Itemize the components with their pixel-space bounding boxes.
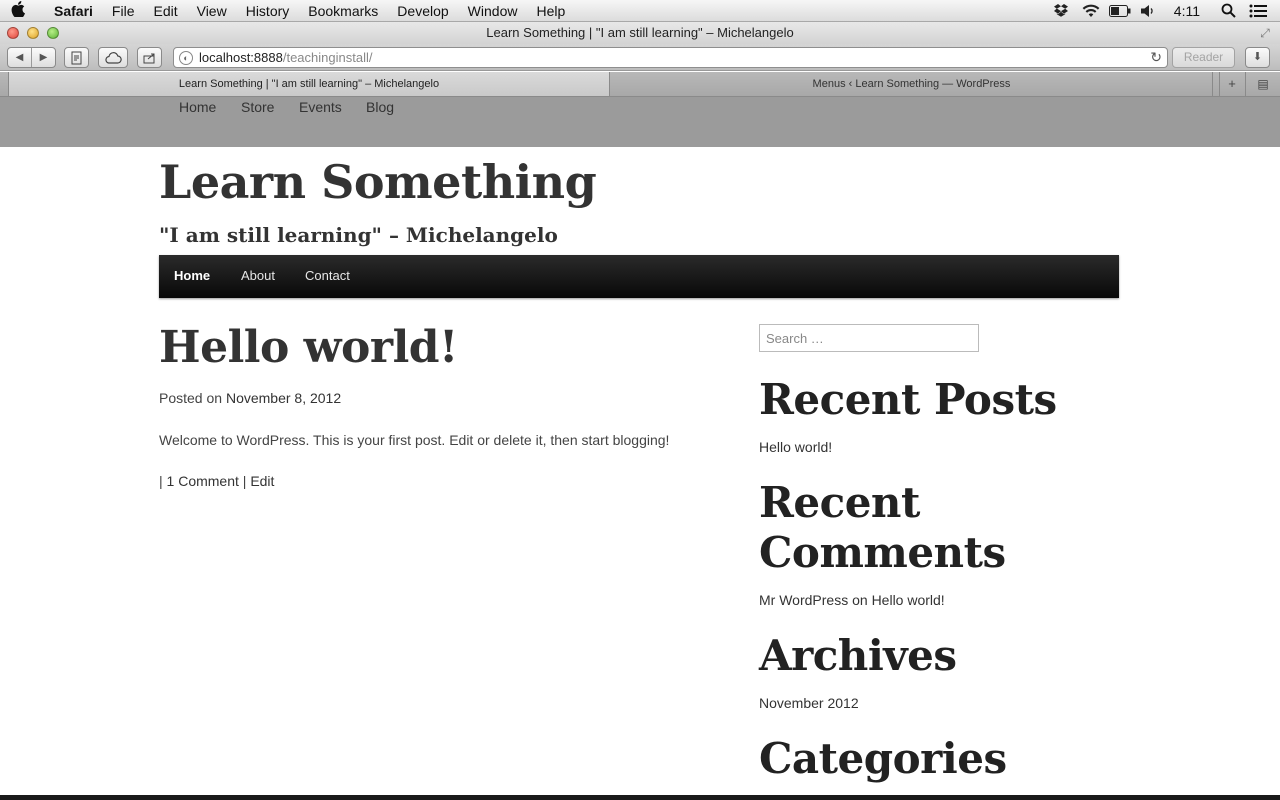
nav-contact[interactable]: Contact — [305, 268, 350, 283]
archives-title: Archives — [759, 631, 957, 680]
menu-develop[interactable]: Develop — [388, 0, 458, 22]
recent-comments-title-line2: Comments — [759, 528, 1006, 577]
url-path: /teachinginstall/ — [282, 50, 373, 65]
new-tab-plus-icon[interactable]: + — [1219, 72, 1244, 96]
os-menubar: Safari File Edit View History Bookmarks … — [0, 0, 1280, 22]
comment-on-text: on — [852, 592, 868, 608]
menu-edit[interactable]: Edit — [144, 0, 187, 22]
edit-link[interactable]: Edit — [250, 473, 274, 489]
custom-menu-store[interactable]: Store — [241, 99, 274, 115]
volume-icon[interactable] — [1135, 0, 1164, 22]
menu-app-safari[interactable]: Safari — [36, 0, 103, 22]
custom-menu-home[interactable]: Home — [179, 99, 216, 115]
footer-separator: | — [159, 473, 163, 489]
recent-post-link[interactable]: Hello world! — [759, 439, 832, 455]
reader-button[interactable]: Reader — [1172, 47, 1235, 68]
custom-top-menu: Home Store Events Blog — [0, 97, 1280, 147]
window-title: Learn Something | "I am still learning" … — [486, 25, 794, 40]
window-titlebar: Learn Something | "I am still learning" … — [0, 22, 1280, 44]
back-arrow-icon[interactable]: ◀ — [8, 52, 31, 63]
post-meta: Posted on November 8, 2012 — [159, 390, 341, 406]
custom-menu-events[interactable]: Events — [299, 99, 342, 115]
post-title[interactable]: Hello world! — [159, 322, 458, 373]
site-title[interactable]: Learn Something — [159, 155, 597, 209]
recent-comments-title-line1: Recent — [759, 478, 920, 527]
menu-bookmarks[interactable]: Bookmarks — [299, 0, 388, 22]
menu-window[interactable]: Window — [459, 0, 528, 22]
reading-list-button[interactable] — [64, 47, 89, 68]
menu-file[interactable]: File — [103, 0, 145, 22]
dropbox-icon[interactable] — [1048, 0, 1077, 22]
archive-link[interactable]: November 2012 — [759, 695, 859, 711]
spotlight-search-icon[interactable] — [1214, 0, 1243, 22]
categories-title: Categories — [759, 734, 1007, 783]
tab-overview-icon[interactable]: ▤ — [1245, 72, 1280, 96]
reading-list-icon — [71, 51, 81, 64]
menubar-clock[interactable]: 4:11 — [1164, 3, 1214, 19]
tab-menus-wordpress[interactable]: Menus ‹ Learn Something — WordPress — [611, 72, 1213, 96]
comment-post-link[interactable]: Hello world! — [872, 592, 945, 608]
downloads-icon[interactable]: ⬇ — [1245, 47, 1270, 68]
cloud-icon — [105, 51, 122, 64]
recent-posts-title: Recent Posts — [759, 375, 1057, 424]
comments-link[interactable]: 1 Comment — [167, 473, 239, 489]
menu-view[interactable]: View — [188, 0, 237, 22]
minimize-window-button[interactable] — [27, 27, 39, 39]
menu-history[interactable]: History — [237, 0, 300, 22]
dock-edge — [0, 795, 1280, 800]
footer-separator: | — [242, 473, 247, 489]
url-host: localhost:8888 — [199, 50, 283, 65]
recent-comment-item: Mr WordPress on Hello world! — [759, 592, 945, 608]
globe-icon: ◐ — [179, 50, 193, 65]
back-forward-buttons: ◀ ▶ — [7, 47, 56, 68]
apple-icon[interactable] — [0, 0, 36, 21]
window-controls — [7, 27, 59, 39]
post-content: Welcome to WordPress. This is your first… — [159, 432, 670, 448]
recent-post-item: Hello world! — [759, 439, 832, 455]
custom-menu-blog[interactable]: Blog — [366, 99, 394, 115]
nav-about[interactable]: About — [241, 268, 275, 283]
battery-icon[interactable] — [1106, 0, 1135, 22]
post-meta-prefix: Posted on — [159, 390, 223, 406]
address-bar[interactable]: ◐ localhost:8888/teachinginstall/ ↻ — [173, 47, 1168, 68]
close-window-button[interactable] — [7, 27, 19, 39]
archive-item: November 2012 — [759, 695, 859, 711]
tab-bar: Learn Something | "I am still learning" … — [0, 72, 1280, 97]
recent-comments-title: Recent Comments — [759, 478, 1006, 578]
main-navigation: Home About Contact — [159, 255, 1119, 298]
fullscreen-icon[interactable]: ⤢ — [1258, 26, 1272, 40]
search-input[interactable] — [759, 324, 979, 352]
menu-help[interactable]: Help — [527, 0, 575, 22]
tab-learn-something[interactable]: Learn Something | "I am still learning" … — [8, 72, 610, 96]
icloud-tabs-button[interactable] — [98, 47, 128, 68]
notification-center-icon[interactable] — [1243, 0, 1272, 22]
site-description: "I am still learning" – Michelangelo — [159, 223, 558, 247]
post-footer: | 1 Comment | Edit — [159, 473, 274, 489]
nav-home[interactable]: Home — [174, 268, 210, 283]
wifi-icon[interactable] — [1077, 0, 1106, 22]
share-icon — [143, 53, 154, 63]
zoom-window-button[interactable] — [47, 27, 59, 39]
share-button[interactable] — [137, 47, 162, 68]
comment-author-link[interactable]: Mr WordPress — [759, 592, 848, 608]
browser-toolbar: ◀ ▶ ◐ localhost:8888/teachinginstall/ ↻ … — [0, 44, 1280, 71]
post-date-link[interactable]: November 8, 2012 — [226, 390, 341, 406]
reload-icon[interactable]: ↻ — [1150, 49, 1162, 66]
forward-arrow-icon[interactable]: ▶ — [32, 52, 55, 63]
